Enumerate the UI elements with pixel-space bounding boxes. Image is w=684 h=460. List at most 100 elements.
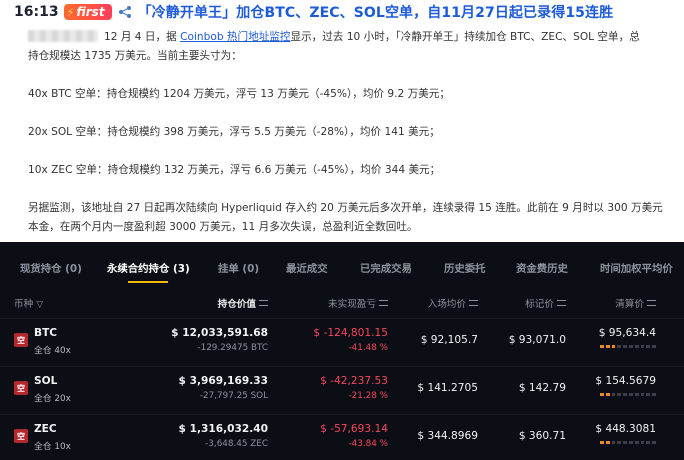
article-headline[interactable]: 「冷静开单王」加仓BTC、ZEC、SOL空单，自11月27日起已录得15连胜 bbox=[138, 2, 614, 22]
coin-symbol[interactable]: ZEC bbox=[34, 423, 57, 435]
short-icon: 空 bbox=[14, 429, 28, 443]
sort-icon[interactable] bbox=[557, 300, 566, 306]
risk-bar bbox=[629, 345, 633, 348]
position-value: $ 12,033,591.68 bbox=[171, 327, 268, 339]
position-value: $ 3,969,169.33 bbox=[178, 375, 268, 387]
unrealized-pnl: $ -124,801.15 bbox=[313, 327, 388, 339]
col-liq[interactable]: 清算价 bbox=[615, 296, 656, 310]
risk-bar bbox=[640, 345, 645, 348]
col-mark[interactable]: 标记价 bbox=[525, 296, 566, 310]
sort-icon[interactable] bbox=[259, 300, 268, 306]
liquidation-price: $ 448.3081 bbox=[595, 423, 656, 435]
risk-bars bbox=[600, 441, 656, 445]
leverage: 全仓 40x bbox=[34, 346, 71, 356]
leverage: 全仓 10x bbox=[34, 442, 71, 452]
coin-symbol[interactable]: BTC bbox=[34, 327, 57, 339]
risk-bar bbox=[634, 393, 639, 396]
tab-spot[interactable]: 现货持仓 (0) bbox=[20, 260, 82, 275]
article-line: 12 月 4 日，据 Coinbob 热门地址监控显示，过去 10 小时，「冷静… bbox=[28, 28, 668, 47]
mark-price: $ 93,071.0 bbox=[508, 334, 566, 346]
leverage: 全仓 20x bbox=[34, 394, 71, 404]
unrealized-pnl-pct: -41.48 % bbox=[348, 343, 388, 353]
risk-bar bbox=[623, 393, 628, 396]
table-header: 币种 ▽ 持仓价值 未实现盈亏 入场均价 标记价 清算价 bbox=[0, 292, 684, 314]
risk-bars bbox=[600, 393, 656, 397]
article-header: 16:13 ⚡ first 「冷静开单王」加仓BTC、ZEC、SOL空单，自11… bbox=[14, 2, 613, 22]
sort-icon[interactable] bbox=[379, 300, 388, 306]
position-value: $ 1,316,032.40 bbox=[178, 423, 268, 435]
risk-bar bbox=[646, 441, 651, 444]
liquidation-price: $ 95,634.4 bbox=[598, 327, 656, 339]
filter-icon[interactable]: ▽ bbox=[36, 300, 43, 310]
tab-twap[interactable]: 时间加权平均价 bbox=[600, 260, 673, 275]
tab-order-history[interactable]: 历史委托 bbox=[444, 260, 486, 275]
risk-bar bbox=[640, 393, 645, 396]
risk-bar bbox=[634, 345, 639, 348]
col-pnl[interactable]: 未实现盈亏 bbox=[328, 296, 388, 310]
coinbob-link[interactable]: Coinbob 热门地址监控 bbox=[180, 31, 290, 43]
mark-price: $ 360.71 bbox=[518, 430, 566, 442]
tab-perp[interactable]: 永续合约持仓 (3) bbox=[107, 260, 190, 275]
risk-bar bbox=[617, 441, 622, 444]
position-size: -3,648.45 ZEC bbox=[205, 439, 268, 449]
risk-bar bbox=[600, 441, 604, 444]
col-coin[interactable]: 币种 ▽ bbox=[14, 296, 43, 310]
risk-bar bbox=[640, 441, 645, 444]
risk-bar bbox=[600, 345, 604, 348]
news-article: 16:13 ⚡ first 「冷静开单王」加仓BTC、ZEC、SOL空单，自11… bbox=[0, 0, 684, 242]
tab-recent-trades[interactable]: 最近成交 bbox=[286, 260, 328, 275]
first-badge-label: first bbox=[76, 5, 105, 19]
positions-panel: 现货持仓 (0) 永续合约持仓 (3) 挂单 (0) 最近成交 已完成交易 历史… bbox=[0, 242, 684, 460]
position-size: -27,797.25 SOL bbox=[199, 391, 268, 401]
coin-symbol[interactable]: SOL bbox=[34, 375, 57, 387]
article-time: 16:13 bbox=[14, 4, 59, 20]
table-row[interactable]: 空 ZEC 全仓 10x $ 1,316,032.40 -3,648.45 ZE… bbox=[0, 414, 684, 460]
mark-price: $ 142.79 bbox=[518, 382, 566, 394]
position-zec-text: 10x ZEC 空单：持仓规模约 132 万美元，浮亏 6.6 万美元（-45%… bbox=[28, 164, 441, 176]
risk-bar bbox=[600, 393, 604, 396]
risk-bar bbox=[652, 345, 656, 348]
table-row[interactable]: 空 BTC 全仓 40x $ 12,033,591.68 -129.29475 … bbox=[0, 318, 684, 364]
risk-bars bbox=[600, 345, 656, 349]
position-size: -129.29475 BTC bbox=[197, 343, 268, 353]
col-value[interactable]: 持仓价值 bbox=[218, 296, 268, 310]
position-sol-text: 20x SOL 空单：持仓规模约 398 万美元，浮亏 5.5 万美元（-28%… bbox=[28, 126, 440, 138]
positions-tabs: 现货持仓 (0) 永续合约持仓 (3) 挂单 (0) 最近成交 已完成交易 历史… bbox=[0, 242, 684, 286]
article-line: 另据监测，该地址自 27 日起再次陆续向 Hyperliquid 存入约 20 … bbox=[28, 202, 663, 214]
risk-bar bbox=[634, 441, 639, 444]
risk-bar bbox=[611, 441, 616, 444]
risk-bar bbox=[629, 441, 633, 444]
sort-icon[interactable] bbox=[469, 300, 478, 306]
risk-bar bbox=[617, 393, 622, 396]
sort-icon[interactable] bbox=[647, 300, 656, 306]
risk-bar bbox=[605, 393, 610, 396]
entry-price: $ 92,105.7 bbox=[420, 334, 478, 346]
redacted-source bbox=[28, 30, 98, 42]
liquidation-price: $ 154.5679 bbox=[595, 375, 656, 387]
entry-price: $ 141.2705 bbox=[417, 382, 478, 394]
tab-completed-trades[interactable]: 已完成交易 bbox=[360, 260, 412, 275]
position-btc-text: 40x BTC 空单：持仓规模约 1204 万美元，浮亏 13 万美元（-45%… bbox=[28, 88, 450, 100]
article-line: 持仓规模达 1735 万美元。当前主要头寸为： bbox=[28, 50, 242, 62]
risk-bar bbox=[623, 441, 628, 444]
unrealized-pnl: $ -42,237.53 bbox=[320, 375, 388, 387]
risk-bar bbox=[646, 393, 651, 396]
unrealized-pnl-pct: -43.84 % bbox=[348, 439, 388, 449]
unrealized-pnl: $ -57,693.14 bbox=[320, 423, 388, 435]
unrealized-pnl-pct: -21.28 % bbox=[348, 391, 388, 401]
article-text: 显示，过去 10 小时，「冷静开单王」持续加仓 BTC、ZEC、SOL 空单，总 bbox=[290, 31, 640, 43]
col-entry[interactable]: 入场均价 bbox=[428, 296, 478, 310]
risk-bar bbox=[646, 345, 651, 348]
short-icon: 空 bbox=[14, 333, 28, 347]
risk-bar bbox=[652, 441, 656, 444]
tab-open-orders[interactable]: 挂单 (0) bbox=[218, 260, 259, 275]
risk-bar bbox=[623, 345, 628, 348]
table-row[interactable]: 空 SOL 全仓 20x $ 3,969,169.33 -27,797.25 S… bbox=[0, 366, 684, 412]
risk-bar bbox=[605, 345, 610, 348]
article-body: 12 月 4 日，据 Coinbob 热门地址监控显示，过去 10 小时，「冷静… bbox=[28, 28, 668, 237]
short-icon: 空 bbox=[14, 381, 28, 395]
risk-bar bbox=[617, 345, 622, 348]
share-icon[interactable] bbox=[118, 5, 132, 19]
risk-bar bbox=[652, 393, 656, 396]
tab-funding-history[interactable]: 资金费历史 bbox=[516, 260, 568, 275]
